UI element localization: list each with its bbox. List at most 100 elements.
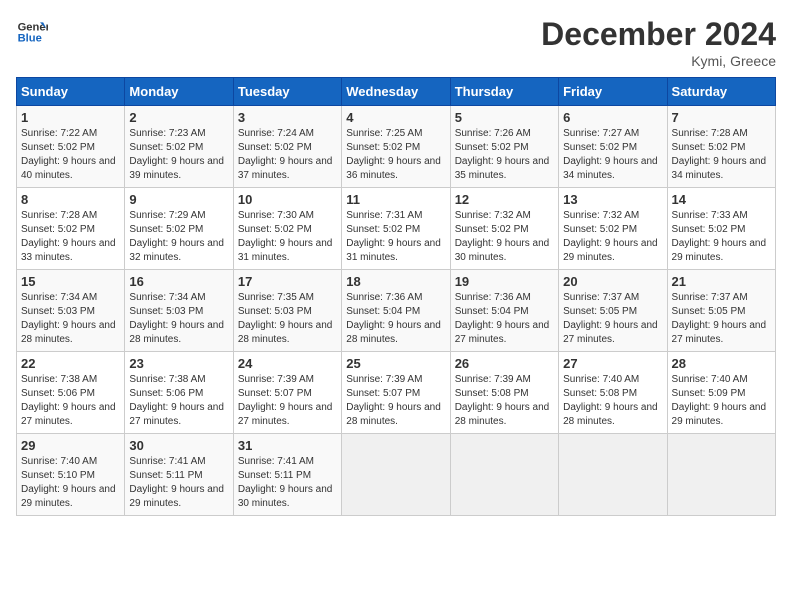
day-info: Sunrise: 7:28 AMSunset: 5:02 PMDaylight:… <box>672 127 771 183</box>
calendar-cell: 29 Sunrise: 7:40 AMSunset: 5:10 PMDayligh… <box>17 434 125 516</box>
month-title: December 2024 <box>541 16 776 53</box>
day-info: Sunrise: 7:35 AMSunset: 5:03 PMDaylight:… <box>238 291 337 347</box>
day-info: Sunrise: 7:37 AMSunset: 5:05 PMDaylight:… <box>563 291 662 347</box>
calendar-cell: 31 Sunrise: 7:41 AMSunset: 5:11 PMDayligh… <box>233 434 341 516</box>
calendar-cell: 13 Sunrise: 7:32 AMSunset: 5:02 PMDayligh… <box>559 188 667 270</box>
day-number: 28 <box>672 356 771 371</box>
day-info: Sunrise: 7:39 AMSunset: 5:07 PMDaylight:… <box>346 373 445 429</box>
day-number: 22 <box>21 356 120 371</box>
calendar-cell: 18Sunrise: 7:36 AMSunset: 5:04 PMDayligh… <box>342 270 450 352</box>
day-info: Sunrise: 7:26 AMSunset: 5:02 PMDaylight:… <box>455 127 554 183</box>
calendar-cell: 19 Sunrise: 7:36 AMSunset: 5:04 PMDayligh… <box>450 270 558 352</box>
weekday-header-saturday: Saturday <box>667 78 775 106</box>
calendar-week-row: 15 Sunrise: 7:34 AMSunset: 5:03 PMDayligh… <box>17 270 776 352</box>
calendar-cell: 27Sunrise: 7:40 AMSunset: 5:08 PMDayligh… <box>559 352 667 434</box>
calendar-week-row: 22Sunrise: 7:38 AMSunset: 5:06 PMDayligh… <box>17 352 776 434</box>
day-number: 26 <box>455 356 554 371</box>
day-info: Sunrise: 7:40 AMSunset: 5:08 PMDaylight:… <box>563 373 662 429</box>
day-info: Sunrise: 7:29 AMSunset: 5:02 PMDaylight:… <box>129 209 228 265</box>
calendar-cell: 9 Sunrise: 7:29 AMSunset: 5:02 PMDaylight… <box>125 188 233 270</box>
calendar-cell: 28 Sunrise: 7:40 AMSunset: 5:09 PMDayligh… <box>667 352 775 434</box>
calendar-cell: 20Sunrise: 7:37 AMSunset: 5:05 PMDayligh… <box>559 270 667 352</box>
weekday-header-tuesday: Tuesday <box>233 78 341 106</box>
day-number: 25 <box>346 356 445 371</box>
day-info: Sunrise: 7:24 AMSunset: 5:02 PMDaylight:… <box>238 127 337 183</box>
logo-icon: General Blue <box>16 16 48 48</box>
calendar-cell: 30Sunrise: 7:41 AMSunset: 5:11 PMDayligh… <box>125 434 233 516</box>
day-info: Sunrise: 7:33 AMSunset: 5:02 PMDaylight:… <box>672 209 771 265</box>
day-number: 4 <box>346 110 445 125</box>
day-info: Sunrise: 7:28 AMSunset: 5:02 PMDaylight:… <box>21 209 120 265</box>
day-info: Sunrise: 7:37 AMSunset: 5:05 PMDaylight:… <box>672 291 771 347</box>
day-info: Sunrise: 7:39 AMSunset: 5:08 PMDaylight:… <box>455 373 554 429</box>
day-info: Sunrise: 7:23 AMSunset: 5:02 PMDaylight:… <box>129 127 228 183</box>
day-number: 13 <box>563 192 662 207</box>
calendar-week-row: 8 Sunrise: 7:28 AMSunset: 5:02 PMDaylight… <box>17 188 776 270</box>
logo: General Blue <box>16 16 50 48</box>
day-number: 17 <box>238 274 337 289</box>
calendar-cell: 6Sunrise: 7:27 AMSunset: 5:02 PMDaylight… <box>559 106 667 188</box>
calendar-cell: 15 Sunrise: 7:34 AMSunset: 5:03 PMDayligh… <box>17 270 125 352</box>
weekday-header-thursday: Thursday <box>450 78 558 106</box>
day-info: Sunrise: 7:40 AMSunset: 5:09 PMDaylight:… <box>672 373 771 429</box>
calendar-cell: 16 Sunrise: 7:34 AMSunset: 5:03 PMDayligh… <box>125 270 233 352</box>
weekday-header-row: SundayMondayTuesdayWednesdayThursdayFrid… <box>17 78 776 106</box>
location-title: Kymi, Greece <box>541 53 776 69</box>
weekday-header-friday: Friday <box>559 78 667 106</box>
day-number: 21 <box>672 274 771 289</box>
day-number: 7 <box>672 110 771 125</box>
calendar-cell: 21 Sunrise: 7:37 AMSunset: 5:05 PMDayligh… <box>667 270 775 352</box>
day-info: Sunrise: 7:41 AMSunset: 5:11 PMDaylight:… <box>238 455 337 511</box>
day-number: 14 <box>672 192 771 207</box>
day-info: Sunrise: 7:32 AMSunset: 5:02 PMDaylight:… <box>455 209 554 265</box>
svg-text:Blue: Blue <box>18 33 42 45</box>
calendar-table: SundayMondayTuesdayWednesdayThursdayFrid… <box>16 77 776 516</box>
calendar-cell: 4Sunrise: 7:25 AMSunset: 5:02 PMDaylight… <box>342 106 450 188</box>
day-number: 18 <box>346 274 445 289</box>
day-number: 31 <box>238 438 337 453</box>
day-number: 10 <box>238 192 337 207</box>
calendar-cell: 8 Sunrise: 7:28 AMSunset: 5:02 PMDaylight… <box>17 188 125 270</box>
weekday-header-sunday: Sunday <box>17 78 125 106</box>
calendar-cell <box>450 434 558 516</box>
calendar-cell: 17 Sunrise: 7:35 AMSunset: 5:03 PMDayligh… <box>233 270 341 352</box>
calendar-body: 1 Sunrise: 7:22 AMSunset: 5:02 PMDaylight… <box>17 106 776 516</box>
day-info: Sunrise: 7:40 AMSunset: 5:10 PMDaylight:… <box>21 455 120 511</box>
day-number: 9 <box>129 192 228 207</box>
day-info: Sunrise: 7:41 AMSunset: 5:11 PMDaylight:… <box>129 455 228 511</box>
day-number: 3 <box>238 110 337 125</box>
day-info: Sunrise: 7:32 AMSunset: 5:02 PMDaylight:… <box>563 209 662 265</box>
day-info: Sunrise: 7:34 AMSunset: 5:03 PMDaylight:… <box>21 291 120 347</box>
day-number: 19 <box>455 274 554 289</box>
calendar-cell: 12 Sunrise: 7:32 AMSunset: 5:02 PMDayligh… <box>450 188 558 270</box>
day-number: 12 <box>455 192 554 207</box>
calendar-cell: 1 Sunrise: 7:22 AMSunset: 5:02 PMDaylight… <box>17 106 125 188</box>
day-number: 2 <box>129 110 228 125</box>
day-number: 16 <box>129 274 228 289</box>
calendar-cell: 11Sunrise: 7:31 AMSunset: 5:02 PMDayligh… <box>342 188 450 270</box>
day-number: 23 <box>129 356 228 371</box>
calendar-cell: 10Sunrise: 7:30 AMSunset: 5:02 PMDayligh… <box>233 188 341 270</box>
calendar-cell <box>667 434 775 516</box>
day-info: Sunrise: 7:36 AMSunset: 5:04 PMDaylight:… <box>455 291 554 347</box>
day-info: Sunrise: 7:39 AMSunset: 5:07 PMDaylight:… <box>238 373 337 429</box>
day-number: 29 <box>21 438 120 453</box>
calendar-cell: 23Sunrise: 7:38 AMSunset: 5:06 PMDayligh… <box>125 352 233 434</box>
day-number: 11 <box>346 192 445 207</box>
calendar-week-row: 29 Sunrise: 7:40 AMSunset: 5:10 PMDayligh… <box>17 434 776 516</box>
calendar-cell: 3 Sunrise: 7:24 AMSunset: 5:02 PMDaylight… <box>233 106 341 188</box>
day-number: 5 <box>455 110 554 125</box>
calendar-cell: 2 Sunrise: 7:23 AMSunset: 5:02 PMDaylight… <box>125 106 233 188</box>
calendar-cell: 14 Sunrise: 7:33 AMSunset: 5:02 PMDayligh… <box>667 188 775 270</box>
day-info: Sunrise: 7:27 AMSunset: 5:02 PMDaylight:… <box>563 127 662 183</box>
day-info: Sunrise: 7:34 AMSunset: 5:03 PMDaylight:… <box>129 291 228 347</box>
day-info: Sunrise: 7:22 AMSunset: 5:02 PMDaylight:… <box>21 127 120 183</box>
day-number: 8 <box>21 192 120 207</box>
page-header: General Blue December 2024 Kymi, Greece <box>16 16 776 69</box>
calendar-cell: 24Sunrise: 7:39 AMSunset: 5:07 PMDayligh… <box>233 352 341 434</box>
day-number: 1 <box>21 110 120 125</box>
calendar-cell: 25 Sunrise: 7:39 AMSunset: 5:07 PMDayligh… <box>342 352 450 434</box>
calendar-cell <box>342 434 450 516</box>
day-number: 15 <box>21 274 120 289</box>
weekday-header-monday: Monday <box>125 78 233 106</box>
